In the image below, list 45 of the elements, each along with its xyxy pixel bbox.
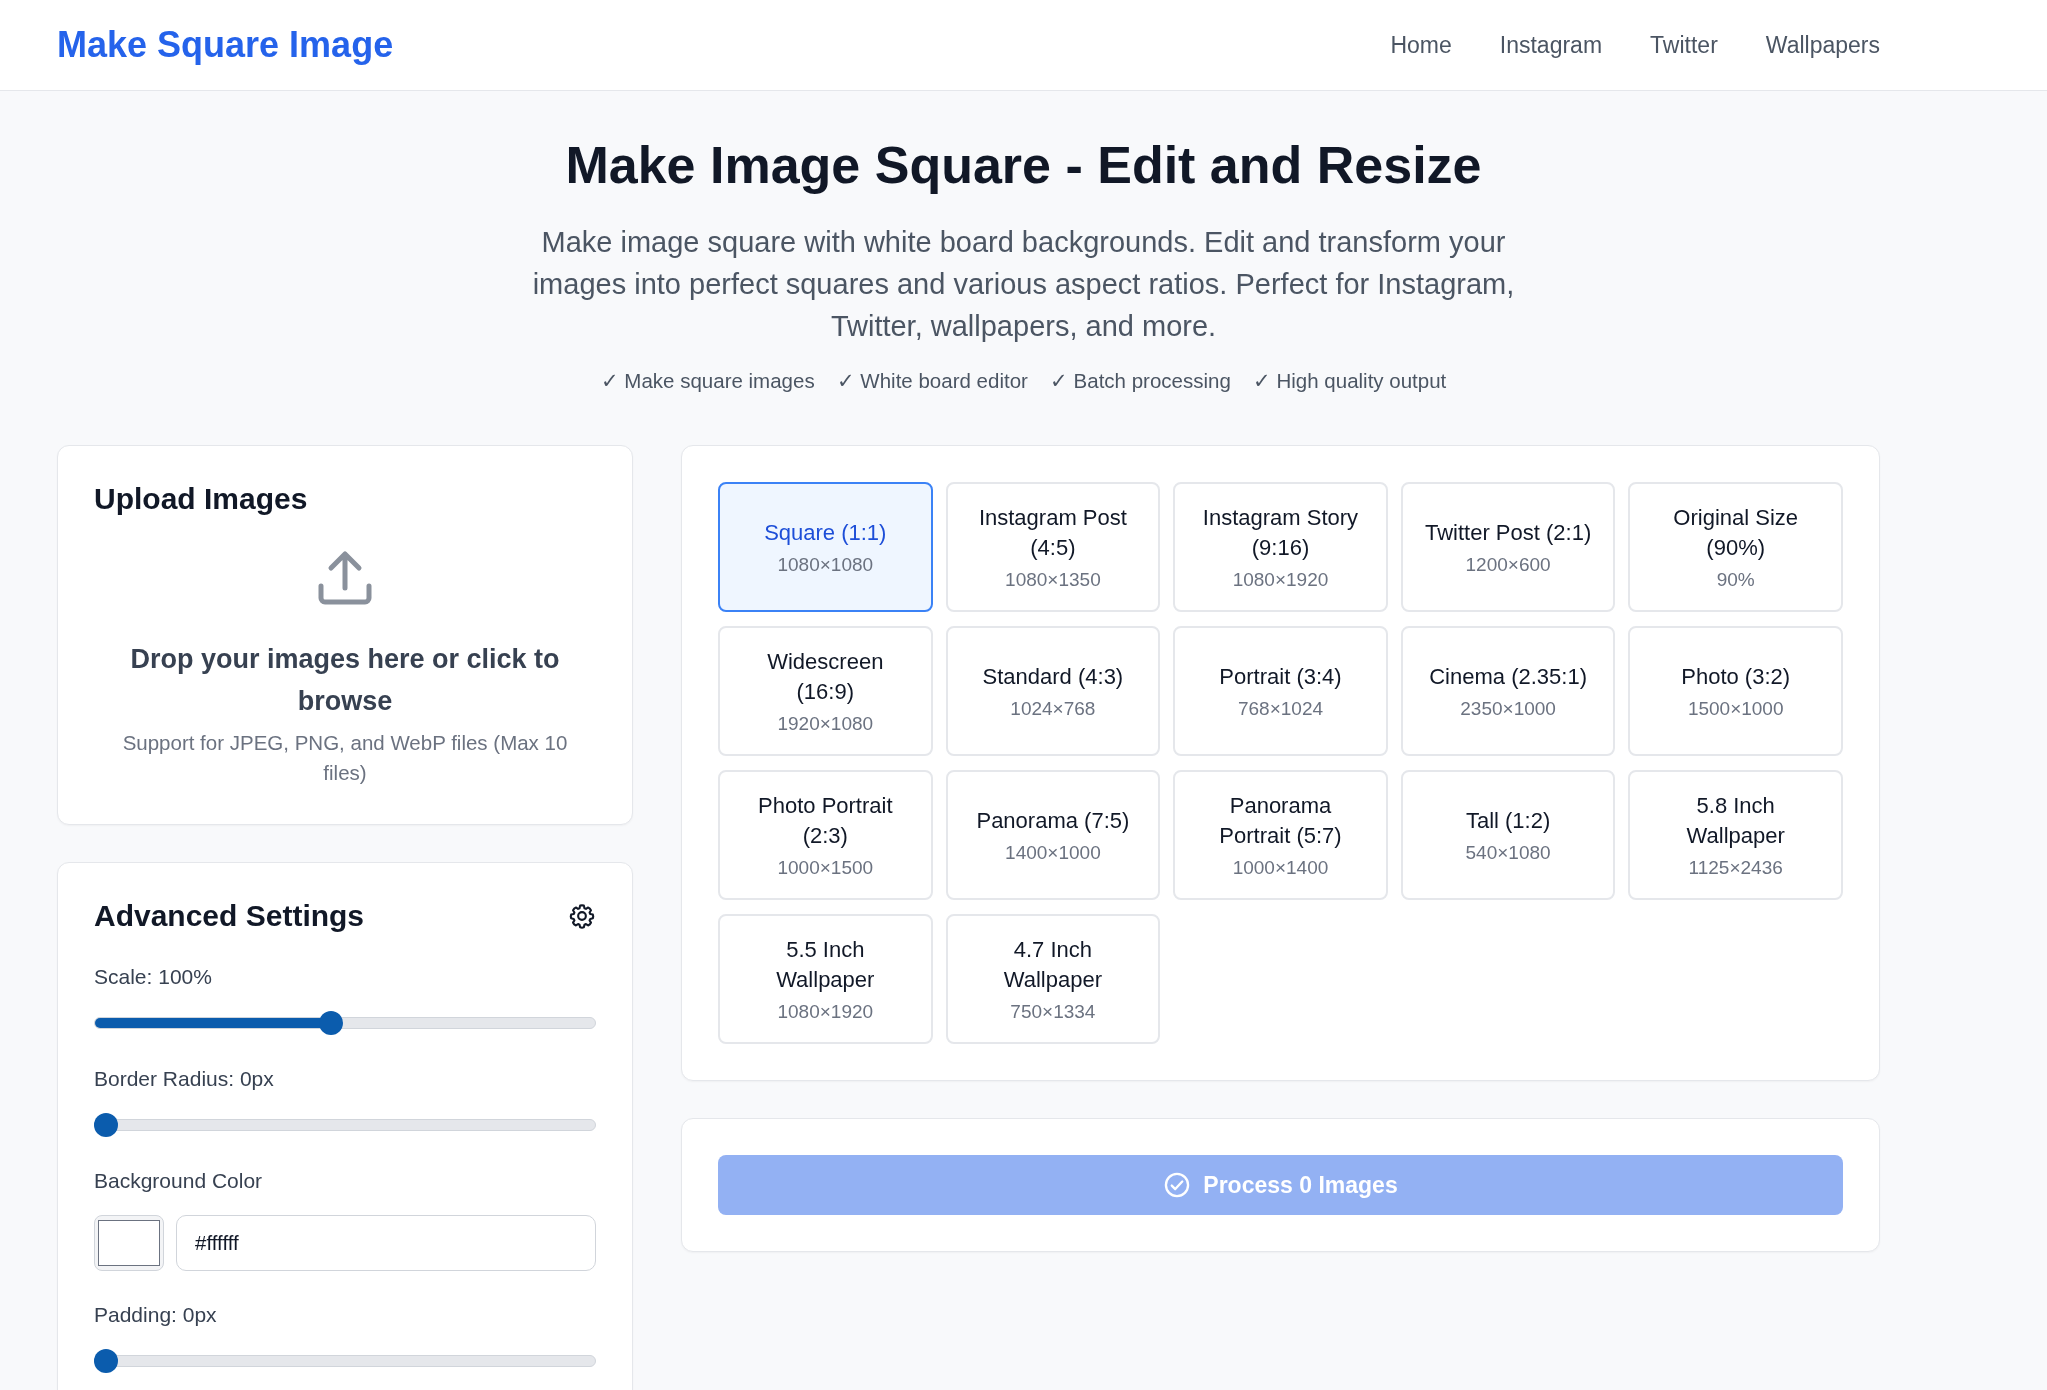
preset-option[interactable]: Twitter Post (2:1) 1200×600 [1400, 482, 1616, 612]
drop-instruction: Drop your images here or click to browse [129, 643, 561, 718]
preset-option[interactable]: Standard (4:3) 1024×768 [945, 626, 1161, 756]
preset-option[interactable]: Photo Portrait (2:3) 1000×1500 [718, 770, 933, 900]
slider[interactable] [94, 1349, 596, 1373]
preset-option[interactable]: Tall (1:2) 540×1080 [1400, 770, 1616, 900]
check-circle-icon [1163, 1171, 1192, 1199]
page-title: Make Image Square - Edit and Resize [564, 135, 1483, 195]
card-title: Upload Images [94, 482, 309, 516]
support-text: Support for JPEG, PNG, and WebP files (Max 10 files) [121, 730, 569, 786]
slider-thumb[interactable] [94, 1349, 118, 1373]
page-subtitle: Make image square with white board backgrounds. Edit and transform your images into perfect squares and various aspect ratios. Perfect for Instagram, Twitter, wallpapers, and more. [531, 225, 1516, 344]
preset-option[interactable]: Cinema (2.35:1) 2350×1000 [1400, 626, 1616, 756]
slider-thumb[interactable] [94, 1113, 118, 1137]
preset-option[interactable]: 4.7 Inch Wallpaper 750×1334 [945, 914, 1161, 1044]
preset-option[interactable]: Panorama Portrait (5:7) 1000×1400 [1173, 770, 1388, 900]
slider[interactable] [94, 1113, 596, 1137]
feature-text: ✓ High quality output [1252, 369, 1447, 393]
preset-option[interactable]: Instagram Post (4:5) 1080×1350 [945, 482, 1161, 612]
preset-option[interactable]: Original Size (90%) 90% [1628, 482, 1843, 612]
setting-label: Padding: 0px [94, 1303, 218, 1327]
nav-link[interactable]: Twitter [1650, 31, 1718, 59]
preset-option[interactable]: Photo (3:2) 1500×1000 [1628, 626, 1843, 756]
preset-option[interactable]: 5.5 Inch Wallpaper 1080×1920 [718, 914, 933, 1044]
preset-option[interactable]: Instagram Story (9:16) 1080×1920 [1173, 482, 1388, 612]
feature-text: ✓ Batch processing [1049, 369, 1231, 393]
setting-label: Scale: 100% [94, 965, 213, 989]
feature-text: ✓ Make square images [600, 369, 815, 393]
feature-text: ✓ White board editor [836, 369, 1028, 393]
color-input-field[interactable]: #ffffff [176, 1215, 596, 1271]
nav-link[interactable]: Wallpapers [1765, 31, 1880, 59]
preset-option[interactable]: Widescreen (16:9) 1920×1080 [718, 626, 933, 756]
card-title: Advanced Settings [94, 899, 365, 933]
setting-label: Background Color [94, 1169, 264, 1193]
preset-option[interactable]: Panorama (7:5) 1400×1000 [945, 770, 1161, 900]
preset-option[interactable]: Square (1:1) 1080×1080 [718, 482, 933, 612]
preset-option[interactable]: Portrait (3:4) 768×1024 [1173, 626, 1388, 756]
slider[interactable] [94, 1011, 596, 1035]
nav-link[interactable]: Home [1390, 31, 1452, 59]
site-logo[interactable]: Make Square Image [57, 24, 394, 66]
setting-label: Border Radius: 0px [94, 1067, 275, 1091]
slider-thumb[interactable] [318, 1011, 343, 1035]
settings-icon[interactable] [568, 902, 596, 930]
nav-link[interactable]: Instagram [1499, 31, 1603, 59]
preset-option[interactable]: 5.8 Inch Wallpaper 1125×2436 [1628, 770, 1843, 900]
